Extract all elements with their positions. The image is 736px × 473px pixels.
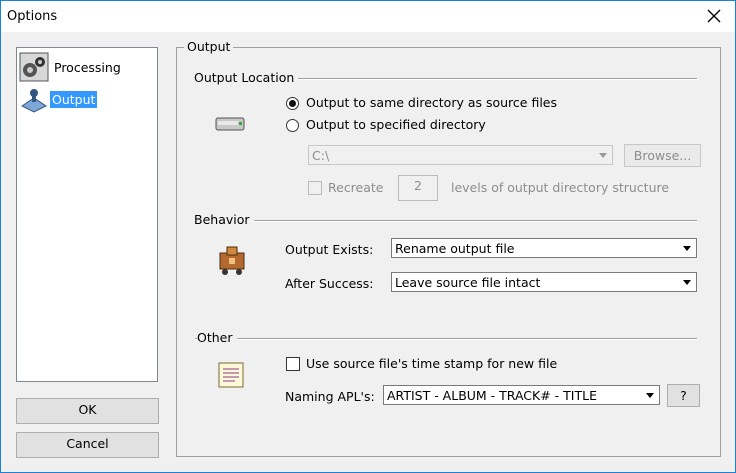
- nav-item-output[interactable]: Output: [19, 84, 109, 114]
- chevron-down-icon: [679, 240, 695, 256]
- naming-value: ARTIST - ALBUM - TRACK# - TITLE: [387, 388, 597, 403]
- naming-select[interactable]: ARTIST - ALBUM - TRACK# - TITLE: [383, 385, 660, 405]
- nav-item-processing[interactable]: Processing: [19, 52, 139, 82]
- naming-label: Naming APL's:: [285, 389, 375, 404]
- behavior-icon: [219, 246, 245, 275]
- section-title-other: Other: [197, 330, 237, 345]
- section-title-output-location: Output Location: [194, 70, 299, 85]
- same-directory-label: Output to same directory as source files: [306, 95, 558, 110]
- recreate-checkbox[interactable]: [308, 181, 322, 195]
- recreate-label: Recreate: [328, 180, 384, 195]
- window-title: Options: [7, 9, 58, 24]
- drive-icon: [215, 117, 245, 131]
- gears-icon: [19, 52, 49, 82]
- notepad-icon: [218, 362, 244, 388]
- output-exists-select[interactable]: Rename output file: [391, 238, 697, 258]
- section-divider: [195, 220, 697, 222]
- output-exists-value: Rename output file: [395, 241, 515, 256]
- output-exists-label: Output Exists:: [285, 242, 374, 257]
- nav-label-output: Output: [50, 91, 98, 108]
- specified-directory-label: Output to specified directory: [306, 117, 486, 132]
- nav-label-processing: Processing: [54, 60, 121, 75]
- chevron-down-icon: [595, 147, 611, 163]
- close-icon[interactable]: [703, 5, 725, 27]
- group-title: Output: [184, 39, 234, 54]
- same-directory-radio[interactable]: [286, 97, 299, 110]
- category-list: Processing Output: [16, 47, 158, 382]
- timestamp-checkbox[interactable]: [286, 357, 300, 371]
- section-title-behavior: Behavior: [194, 212, 254, 227]
- naming-help-button[interactable]: ?: [667, 384, 700, 407]
- directory-select[interactable]: C:\: [308, 145, 613, 165]
- title-bar: Options: [1, 1, 735, 32]
- after-success-label: After Success:: [285, 276, 374, 291]
- cancel-button[interactable]: Cancel: [16, 432, 159, 458]
- browse-button[interactable]: Browse...: [624, 144, 701, 167]
- chevron-down-icon: [679, 274, 695, 290]
- section-divider: [195, 338, 697, 340]
- chevron-down-icon: [642, 387, 658, 403]
- output-icon: [21, 89, 47, 113]
- options-window: Options Processing Output OK Cancel Outp…: [0, 0, 736, 473]
- levels-label: levels of output directory structure: [451, 180, 670, 195]
- timestamp-label: Use source file's time stamp for new fil…: [306, 356, 558, 371]
- directory-value: C:\: [312, 148, 330, 163]
- ok-button[interactable]: OK: [16, 398, 159, 424]
- after-success-select[interactable]: Leave source file intact: [391, 272, 697, 292]
- after-success-value: Leave source file intact: [395, 275, 541, 290]
- levels-input[interactable]: 2: [398, 175, 438, 201]
- specified-directory-radio[interactable]: [286, 119, 299, 132]
